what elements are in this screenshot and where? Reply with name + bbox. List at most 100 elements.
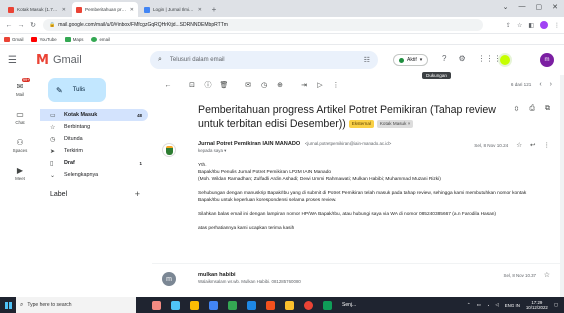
notifications-icon[interactable]: ▢ xyxy=(554,302,558,308)
back-to-inbox-icon[interactable]: ← xyxy=(160,82,176,89)
running-app-label[interactable]: Senj... xyxy=(342,302,356,308)
mail-app-icon[interactable] xyxy=(228,300,237,310)
sidebar-item-count: 48 xyxy=(137,112,142,118)
expand-icon[interactable]: ⇳ xyxy=(514,105,520,113)
sidebar-item-starred[interactable]: ☆ Berbintang xyxy=(40,121,148,133)
edge-icon[interactable] xyxy=(171,300,180,310)
rail-item-mail[interactable]: ✉ 99+ Mail xyxy=(0,75,40,103)
prev-email-icon[interactable]: ‹ xyxy=(539,81,541,88)
filter-options-icon[interactable]: ☷ xyxy=(364,56,370,64)
address-bar-row: ← → ↻ 🔒 mail.google.com/mail/u/0/#inbox/… xyxy=(0,17,564,34)
gmail-logo[interactable]: M Gmail xyxy=(36,53,82,68)
more-options-icon[interactable]: ⋮ xyxy=(544,141,551,149)
tab-title: Pemberitahuan progress Artikel Potret xyxy=(85,7,128,12)
sidebar-item-more[interactable]: ⌄ Selengkapnya xyxy=(40,169,148,181)
search-icon[interactable]: ⌕ xyxy=(158,56,162,64)
more-options-icon[interactable]: ⋮ xyxy=(328,81,344,89)
new-tab-button[interactable]: + xyxy=(208,2,220,17)
file-explorer-icon[interactable] xyxy=(190,300,199,310)
sidebar-item-inbox[interactable]: ▭ Kotak Masuk 48 xyxy=(40,109,148,121)
add-task-icon[interactable]: ⊕ xyxy=(272,81,288,89)
task-view-icon[interactable] xyxy=(152,300,161,310)
draft-icon: ▯ xyxy=(50,160,54,167)
sidebar-item-drafts[interactable]: ▯ Draf 1 xyxy=(40,157,148,169)
label-icon[interactable]: ▷ xyxy=(312,81,328,89)
organization-logo-icon[interactable] xyxy=(498,53,512,67)
clock[interactable]: 17:29 10/12/2022 xyxy=(526,300,548,310)
tray-arrow-icon[interactable]: ⌃ xyxy=(467,302,471,308)
back-icon[interactable]: ← xyxy=(4,22,14,29)
sender-avatar xyxy=(162,143,176,157)
labels-heading: Label + xyxy=(40,189,148,199)
next-email-icon[interactable]: › xyxy=(550,81,552,88)
forward-icon[interactable]: → xyxy=(16,22,26,29)
sidebar-item-snoozed[interactable]: ◷ Ditunda xyxy=(40,133,148,145)
snooze-icon[interactable]: ◷ xyxy=(256,81,272,89)
volume-icon[interactable]: ◁ xyxy=(495,302,498,308)
print-icon[interactable]: ⎙ xyxy=(529,105,535,113)
maximize-icon[interactable]: ▢ xyxy=(536,3,543,11)
reply-icon[interactable]: ↩ xyxy=(530,141,535,149)
app-icon[interactable] xyxy=(247,300,256,310)
browser-tab-email[interactable]: Pemberitahuan progress Artikel Potret ✕ xyxy=(72,2,138,17)
sidebar-item-sent[interactable]: ➤ Terkirim xyxy=(40,145,148,157)
bookmark-star-icon[interactable]: ☆ xyxy=(517,22,522,29)
search-bar[interactable]: ⌕ Telusuri dalam email ☷ xyxy=(150,51,378,69)
message-body: Yth. Bapak/Ibu Penulis Jurnal Potret Pem… xyxy=(198,162,548,232)
start-button[interactable] xyxy=(0,297,16,313)
move-to-icon[interactable]: ⇥ xyxy=(296,81,312,89)
share-icon[interactable]: ⇪ xyxy=(506,22,511,29)
chrome-icon[interactable] xyxy=(304,300,313,310)
store-icon[interactable] xyxy=(209,300,218,310)
status-chip[interactable]: Aktif ▾ xyxy=(393,54,429,66)
open-new-window-icon[interactable]: ⧉ xyxy=(545,105,550,113)
minimize-icon[interactable]: — xyxy=(519,3,526,11)
app-icon[interactable] xyxy=(323,300,332,310)
profile-avatar[interactable] xyxy=(540,21,548,29)
search-input[interactable]: Telusuri dalam email xyxy=(170,57,225,63)
account-avatar[interactable]: m xyxy=(540,53,554,67)
star-icon[interactable]: ☆ xyxy=(516,141,522,149)
inbox-label-chip[interactable]: Kotak Masuk × xyxy=(376,120,414,129)
rail-item-spaces[interactable]: ⚇ Spaces xyxy=(0,131,40,159)
bookmark-gmail[interactable]: Gmail xyxy=(4,36,23,42)
archive-icon[interactable]: ⊡ xyxy=(184,81,200,89)
bookmark-maps[interactable]: Maps xyxy=(64,36,83,42)
close-tab-icon[interactable]: ✕ xyxy=(130,7,134,13)
reload-icon[interactable]: ↻ xyxy=(28,21,38,29)
close-tab-icon[interactable]: ✕ xyxy=(198,7,202,13)
main-menu-icon[interactable]: ☰ xyxy=(8,55,30,66)
browser-tab-inbox[interactable]: Kotak Masuk (1.705) - mulkanhabibi ✕ xyxy=(4,2,70,17)
gmail-favicon-icon xyxy=(8,6,14,13)
compose-button[interactable]: ✎ Tulis xyxy=(48,78,106,102)
wifi-icon[interactable]: ◔ xyxy=(487,303,490,308)
add-label-icon[interactable]: + xyxy=(135,189,140,199)
help-icon[interactable]: ? xyxy=(442,54,446,63)
tab-search-icon[interactable]: ⌄ xyxy=(503,3,509,11)
bookmark-email[interactable]: email xyxy=(91,36,110,42)
tab-title: Login | Jurnal Ilmiah Komunikasi xyxy=(153,7,196,12)
close-tab-icon[interactable]: ✕ xyxy=(62,7,66,13)
bookmark-youtube[interactable]: YouTube xyxy=(31,36,57,42)
star-icon[interactable]: ☆ xyxy=(544,271,550,279)
url-input[interactable]: 🔒 mail.google.com/mail/u/0/#inbox/FMfcgz… xyxy=(43,19,483,31)
delete-icon[interactable]: 🗑 xyxy=(216,81,232,89)
reply-message-collapsed[interactable]: m mulkan habibi Walaikmsalam wr.wb. Mulk… xyxy=(152,263,560,293)
app-icon[interactable] xyxy=(266,300,275,310)
body-paragraph: Silahkan balas email ini dengan lampiran… xyxy=(198,212,497,217)
taskbar-search-input[interactable]: Type here to search xyxy=(27,302,71,308)
sender-name[interactable]: Jurnal Potret Pemikiran IAIN MANADO xyxy=(198,141,300,147)
taskbar-search[interactable]: ⌕ Type here to search xyxy=(16,297,136,313)
language-indicator[interactable]: ENG IN xyxy=(505,303,520,308)
report-spam-icon[interactable]: ⓘ xyxy=(200,80,216,90)
close-window-icon[interactable]: ✕ xyxy=(552,3,558,11)
settings-gear-icon[interactable]: ⚙ xyxy=(458,54,465,63)
sidebar-toggle-icon[interactable]: ◧ xyxy=(528,22,534,29)
battery-icon[interactable]: ▭ xyxy=(477,302,481,308)
mark-unread-icon[interactable]: ✉ xyxy=(240,81,256,89)
browser-tab-login[interactable]: Login | Jurnal Ilmiah Komunikasi ✕ xyxy=(140,2,206,17)
rail-item-meet[interactable]: ▶ Meet xyxy=(0,159,40,187)
app-icon[interactable] xyxy=(285,300,294,310)
rail-item-chat[interactable]: ▭ Chat xyxy=(0,103,40,131)
menu-kebab-icon[interactable]: ⋮ xyxy=(554,22,560,29)
